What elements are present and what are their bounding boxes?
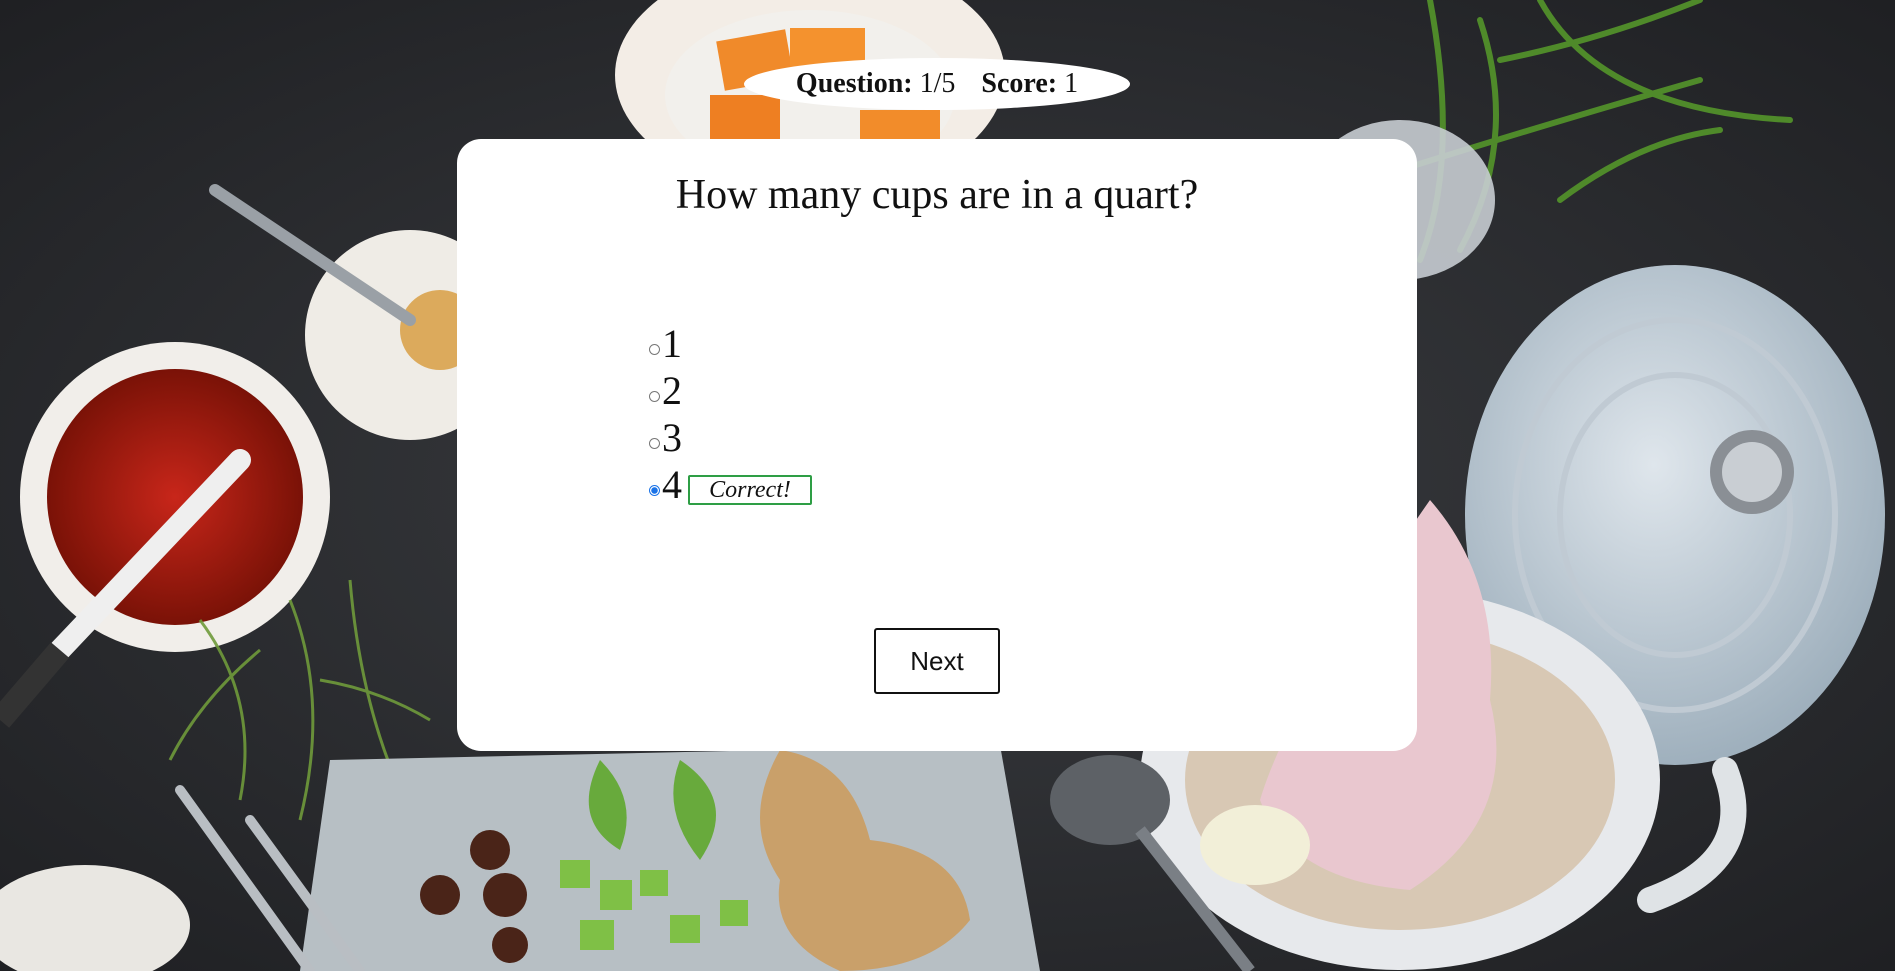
answer-option-4[interactable]: 4 Correct!	[649, 458, 812, 505]
next-button[interactable]: Next	[874, 628, 1000, 694]
question-text: How many cups are in a quart?	[675, 172, 1199, 218]
score-value: 1	[1064, 68, 1079, 99]
score-label: Score:	[981, 68, 1058, 99]
answer-label-2: 2	[662, 368, 682, 413]
answer-radio-1[interactable]	[649, 344, 660, 355]
question-counter-value: 1/5	[919, 68, 956, 99]
answer-radio-2[interactable]	[649, 391, 660, 402]
quiz-status-bar: Question: 1/5 Score: 1	[744, 58, 1130, 110]
answer-label-3: 3	[662, 415, 682, 460]
answer-list: 1 2 3 4 Correct!	[649, 317, 812, 505]
answer-radio-3[interactable]	[649, 438, 660, 449]
answer-option-1[interactable]: 1	[649, 317, 812, 364]
answer-option-3[interactable]: 3	[649, 411, 812, 458]
answer-label-1: 1	[662, 321, 682, 366]
feedback-badge: Correct!	[688, 475, 812, 505]
answer-label-4: 4	[662, 462, 682, 507]
question-counter-label: Question:	[795, 68, 913, 99]
answer-option-2[interactable]: 2	[649, 364, 812, 411]
quiz-card: How many cups are in a quart? 1 2 3 4 Co…	[457, 139, 1417, 751]
answer-radio-4[interactable]	[649, 485, 660, 496]
